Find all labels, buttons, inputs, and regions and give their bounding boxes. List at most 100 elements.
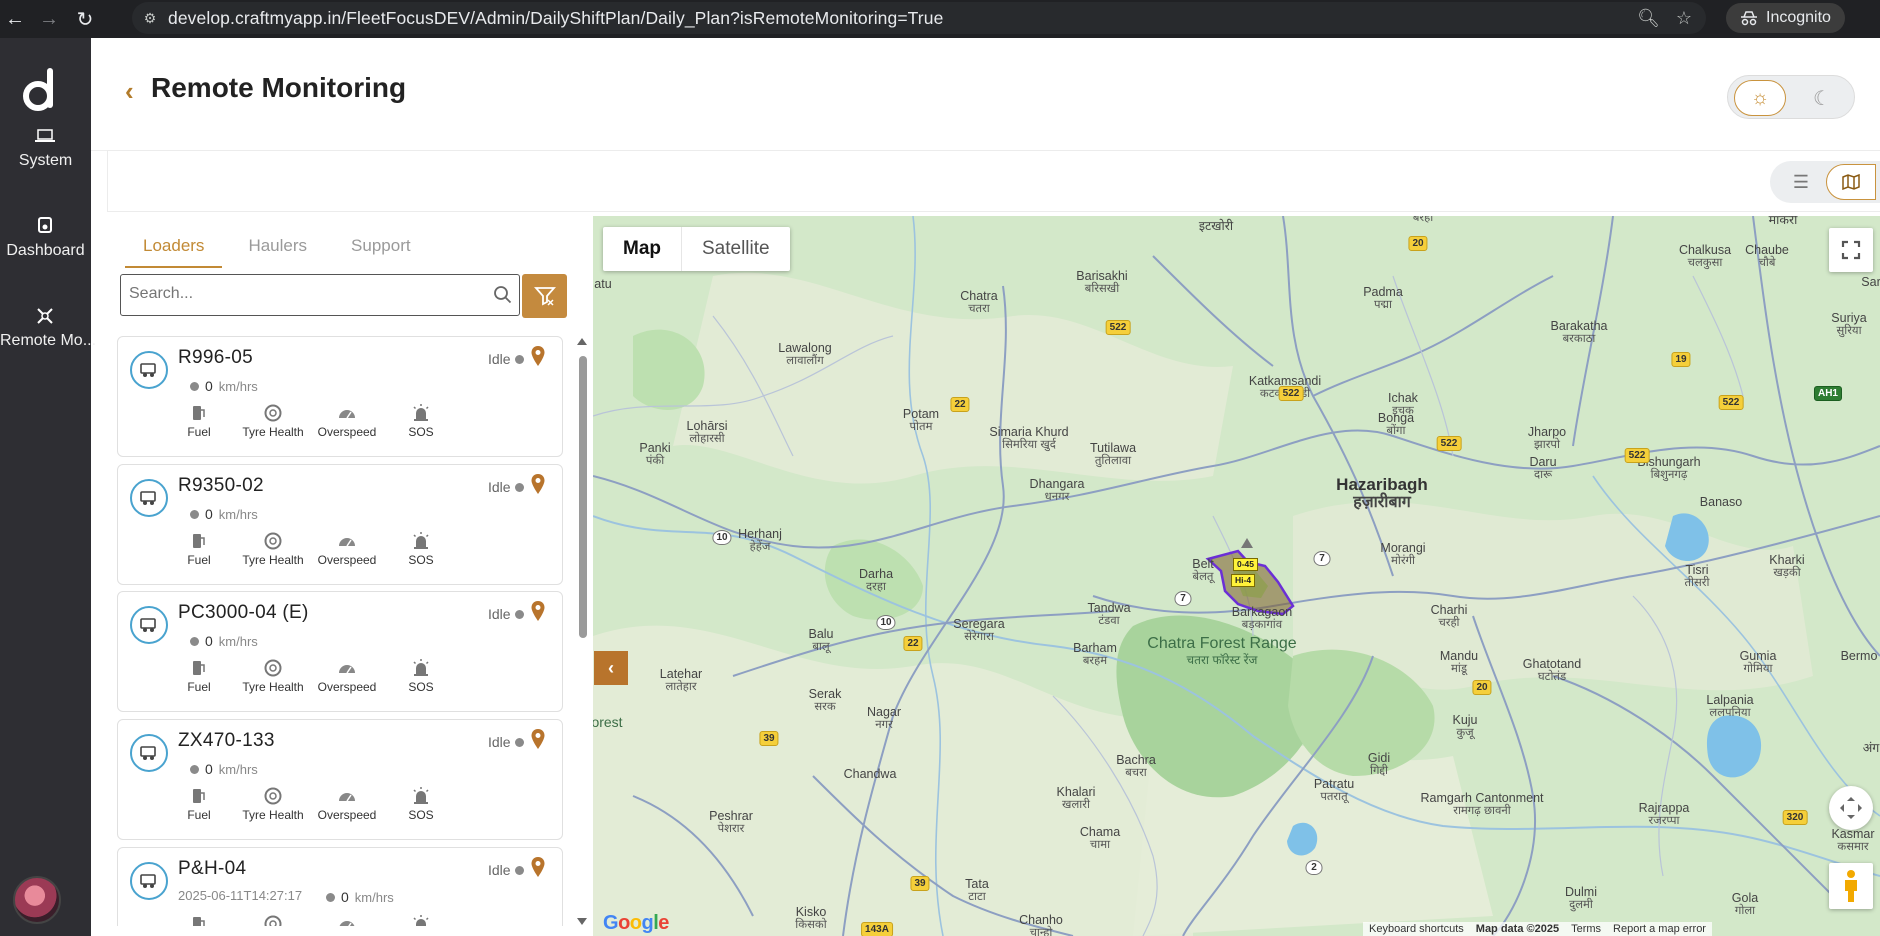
collapse-panel-button[interactable]: ‹ [594, 651, 628, 685]
app-logo[interactable] [20, 64, 64, 114]
metric-overspeed[interactable]: Overspeed [310, 403, 384, 439]
map-label-daru: Daru दारू [1529, 455, 1557, 482]
fullscreen-button[interactable] [1829, 228, 1873, 272]
laptop-icon [35, 129, 55, 142]
highway-shield: 522 [1105, 320, 1131, 335]
highway-shield: 522 [1278, 386, 1304, 401]
address-bar[interactable]: ⚙ develop.craftmyapp.in/FleetFocusDEV/Ad… [132, 2, 1706, 34]
map-view[interactable]: इटखोरी बरही Barisakhi बरिसखी Chatra चतरा P… [593, 216, 1880, 936]
map-label-dulmi: Dulmi दुलमी [1565, 885, 1597, 912]
forward-arrow-icon[interactable]: → [34, 4, 64, 34]
map-label-chalkusa: Chalkusa चलकुसा [1678, 243, 1732, 270]
fuel-icon [162, 658, 236, 678]
terms-link[interactable]: Terms [1571, 923, 1601, 935]
location-pin-icon[interactable] [530, 345, 546, 367]
theme-toggle[interactable]: ☼ ☾ [1727, 75, 1855, 119]
camera-control-button[interactable] [1829, 786, 1873, 830]
incognito-indicator[interactable]: Incognito [1726, 3, 1845, 33]
map-label-partial-sar: Sar [1861, 275, 1880, 289]
tab-loaders[interactable]: Loaders [125, 236, 223, 268]
metric-fuel[interactable]: Fuel [162, 531, 236, 567]
metric-tyre-health[interactable]: Tyre Health [236, 531, 310, 567]
metric-tyre-health[interactable]: Tyre Health [236, 914, 310, 926]
vehicle-icon [130, 862, 168, 900]
scroll-thumb[interactable] [579, 356, 587, 638]
metric-tyre-health[interactable]: Tyre Health [236, 403, 310, 439]
metric-sos[interactable]: SOS [384, 531, 458, 567]
highway-shield: 522 [1624, 448, 1650, 463]
view-toggle[interactable]: ☰ [1770, 161, 1880, 203]
list-view-icon[interactable]: ☰ [1776, 164, 1826, 200]
map-type-satellite-button[interactable]: Satellite [682, 227, 790, 271]
user-avatar[interactable] [13, 876, 61, 924]
fuel-icon [162, 531, 236, 551]
vehicle-card[interactable]: ZX470-133 0 km/hrs Idle Fuel Tyre Health … [117, 719, 563, 840]
map-label-gola: Gola गोला [1731, 891, 1759, 918]
metric-overspeed[interactable]: Overspeed [310, 786, 384, 822]
vehicle-card[interactable]: P&H-04 2025-06-11T14:27:17 0 km/hrs Idle … [117, 847, 563, 926]
report-map-error-link[interactable]: Report a map error [1613, 923, 1706, 935]
vehicle-card[interactable]: R9350-02 0 km/hrs Idle Fuel Tyre Health O… [117, 464, 563, 585]
search-input[interactable] [121, 275, 481, 313]
zoom-icon[interactable]: 🔍︎ [1637, 8, 1660, 29]
sun-icon[interactable]: ☼ [1734, 80, 1786, 116]
vehicle-timestamp: 2025-06-11T14:27:17 [178, 888, 303, 903]
reload-icon[interactable]: ↻ [70, 4, 100, 34]
map-label-chaube: Chaube चौबे [1745, 243, 1789, 270]
metric-fuel[interactable]: Fuel [162, 658, 236, 694]
sidebar-item-dashboard[interactable]: Dashboard [0, 214, 91, 260]
geofence-label[interactable]: 0-45 [1233, 558, 1259, 571]
map-label-banaso: Banaso [1699, 495, 1743, 509]
siren-icon [384, 403, 458, 423]
moon-icon[interactable]: ☾ [1796, 80, 1848, 116]
map-view-icon[interactable] [1826, 164, 1876, 200]
metric-tyre-health[interactable]: Tyre Health [236, 786, 310, 822]
tyre-icon [236, 658, 310, 678]
tab-haulers[interactable]: Haulers [230, 236, 325, 268]
geofence-label[interactable]: Hi-4 [1231, 574, 1256, 587]
metric-sos[interactable]: SOS [384, 914, 458, 926]
metric-overspeed[interactable]: Overspeed [310, 658, 384, 694]
metric-fuel[interactable]: Fuel [162, 403, 236, 439]
vehicle-card[interactable]: R996-05 0 km/hrs Idle Fuel Tyre Health Ov… [117, 336, 563, 457]
highway-shield: 22 [950, 397, 970, 412]
vehicle-metrics: Fuel Tyre Health Overspeed SOS [162, 531, 458, 567]
metric-overspeed[interactable]: Overspeed [310, 531, 384, 567]
scroll-up-arrow-icon[interactable] [577, 338, 587, 345]
highway-shield: 22 [903, 636, 923, 651]
metric-sos[interactable]: SOS [384, 403, 458, 439]
tab-support[interactable]: Support [333, 236, 429, 268]
location-pin-icon[interactable] [530, 728, 546, 750]
location-pin-icon[interactable] [530, 600, 546, 622]
browser-toolbar: ← → ↻ ⚙ develop.craftmyapp.in/FleetFocus… [0, 0, 1880, 38]
fullscreen-icon [1841, 240, 1861, 260]
highway-shield: 2 [1305, 860, 1323, 875]
sidebar-item-remote-monitoring[interactable]: Remote Mo... [0, 304, 96, 350]
site-settings-icon[interactable]: ⚙ [132, 10, 168, 27]
filter-button[interactable] [522, 274, 567, 318]
metric-overspeed[interactable]: Overspeed [310, 914, 384, 926]
location-pin-icon[interactable] [530, 856, 546, 878]
metric-sos[interactable]: SOS [384, 786, 458, 822]
back-chevron-icon[interactable]: ‹ [125, 76, 134, 107]
scroll-down-arrow-icon[interactable] [577, 918, 587, 925]
street-view-pegman[interactable] [1829, 863, 1873, 909]
google-logo: Google [603, 912, 669, 934]
vehicle-metrics: Fuel Tyre Health Overspeed SOS [162, 658, 458, 694]
map-label-tata: Tata टाटा [965, 877, 989, 904]
metric-fuel[interactable]: Fuel [162, 914, 236, 926]
search-icon[interactable] [493, 285, 513, 305]
metric-tyre-health[interactable]: Tyre Health [236, 658, 310, 694]
map-label-potam: Potam पोतम [902, 407, 940, 434]
vehicle-card[interactable]: PC3000-04 (E) 0 km/hrs Idle Fuel Tyre Hea… [117, 591, 563, 712]
vehicle-list-scrollbar[interactable] [577, 338, 587, 928]
metric-fuel[interactable]: Fuel [162, 786, 236, 822]
metric-sos[interactable]: SOS [384, 658, 458, 694]
highway-shield: 7 [1174, 591, 1192, 606]
location-pin-icon[interactable] [530, 473, 546, 495]
bookmark-star-icon[interactable]: ☆ [1676, 8, 1692, 29]
back-arrow-icon[interactable]: ← [0, 4, 30, 34]
keyboard-shortcuts-link[interactable]: Keyboard shortcuts [1369, 923, 1464, 935]
sidebar-item-system[interactable]: System [0, 124, 91, 170]
map-type-map-button[interactable]: Map [603, 227, 682, 271]
